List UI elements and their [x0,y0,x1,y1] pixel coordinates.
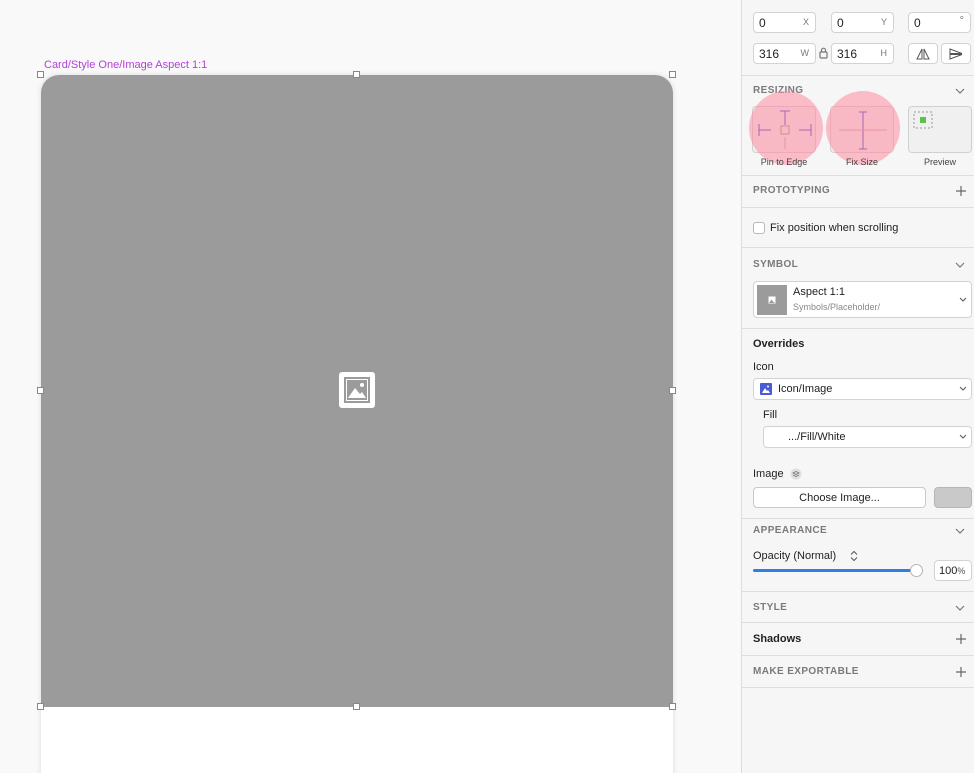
shadows-title: Shadows [753,633,802,645]
symbol-thumbnail [757,285,787,315]
divider [742,328,974,329]
divider [742,687,974,688]
symbol-name: Aspect 1:1 [793,286,845,298]
make-exportable-title: MAKE EXPORTABLE [753,666,859,677]
opacity-slider-fill [753,569,923,572]
inspector-panel: 0 X 0 Y 0 ° 316 W 316 H RESIZING Pin to … [741,0,974,773]
resize-handle-right[interactable] [669,387,676,394]
image-override-label: Image [753,468,784,480]
choose-image-button[interactable]: Choose Image... [753,487,926,508]
x-field[interactable]: 0 X [753,12,816,33]
divider [742,75,974,76]
resize-handle-top-right[interactable] [669,71,676,78]
chevron-down-icon [959,297,967,302]
prototyping-title: PROTOTYPING [753,185,831,196]
flip-vertical-icon [949,47,963,60]
preview-icon [913,111,933,129]
width-unit: W [800,48,810,58]
symbol-icon [760,383,772,395]
plus-icon[interactable] [955,633,967,645]
opacity-field[interactable]: 100 % [934,560,972,581]
plus-icon[interactable] [955,185,967,197]
divider [742,175,974,176]
image-thumbnail[interactable] [934,487,972,508]
height-unit: H [880,48,888,58]
y-unit: Y [880,17,887,27]
flip-horizontal-icon [916,48,930,59]
divider [742,655,974,656]
icon-override-dropdown[interactable]: Icon/Image [753,378,972,400]
symbol-title: SYMBOL [753,259,799,270]
icon-override-value: Icon/Image [778,383,833,395]
highlight-fix [826,91,900,165]
icon-override-label: Icon [753,361,774,373]
opacity-value: 100 [939,564,958,577]
chevron-down-icon [959,434,967,439]
fix-position-checkbox[interactable] [753,222,765,234]
blend-mode-stepper-icon[interactable] [850,550,858,562]
image-icon [339,372,375,408]
fill-override-dropdown[interactable]: .../Fill/White [763,426,972,448]
plus-icon[interactable] [955,666,967,678]
preview-label: Preview [923,157,956,167]
overrides-title: Overrides [753,338,805,350]
style-title: STYLE [753,602,788,613]
chevron-down-icon[interactable] [954,259,966,271]
opacity-unit: % [957,565,966,576]
opacity-label: Opacity (Normal) [753,550,837,562]
symbol-picker[interactable]: Aspect 1:1 Symbols/Placeholder/ [753,281,972,318]
image-icon [768,296,776,304]
divider [742,207,974,208]
height-field[interactable]: 316 H [831,43,894,64]
width-field[interactable]: 316 W [753,43,816,64]
width-value: 316 [759,46,780,61]
height-value: 316 [837,46,858,61]
resize-handle-bottom[interactable] [353,703,360,710]
fix-size-label: Fix Size [845,157,878,167]
artboard-label[interactable]: Card/Style One/Image Aspect 1:1 [44,59,207,71]
appearance-title: APPEARANCE [753,525,828,536]
chevron-down-icon [959,386,967,391]
flip-vertical-button[interactable] [941,43,971,64]
x-unit: X [802,17,809,27]
highlight-pin [749,91,823,165]
resize-handle-top[interactable] [353,71,360,78]
fill-override-value: .../Fill/White [788,431,846,443]
resize-handle-left[interactable] [37,387,44,394]
fix-position-label: Fix position when scrolling [770,222,899,234]
rotation-unit: ° [959,15,964,27]
y-field[interactable]: 0 Y [831,12,894,33]
resize-handle-bottom-left[interactable] [37,703,44,710]
symbol-path: Symbols/Placeholder/ [793,302,881,312]
pin-to-edge-label: Pin to Edge [760,157,808,167]
flip-horizontal-button[interactable] [908,43,938,64]
divider [742,247,974,248]
opacity-slider[interactable] [753,564,923,577]
divider [742,622,974,623]
layers-icon [790,468,802,480]
rotation-field[interactable]: 0 ° [908,12,971,33]
canvas[interactable]: Card/Style One/Image Aspect 1:1 [0,0,741,773]
divider [742,518,974,519]
lock-icon[interactable] [819,47,828,62]
chevron-down-icon[interactable] [954,525,966,537]
resize-handle-bottom-right[interactable] [669,703,676,710]
y-value: 0 [837,15,844,30]
fill-override-label: Fill [763,409,778,421]
x-value: 0 [759,15,766,30]
divider [742,591,974,592]
resize-handle-top-left[interactable] [37,71,44,78]
chevron-down-icon[interactable] [954,602,966,614]
opacity-slider-knob[interactable] [910,564,923,577]
chevron-down-icon[interactable] [954,85,966,97]
rotation-value: 0 [914,15,921,30]
resize-preview [908,106,972,153]
